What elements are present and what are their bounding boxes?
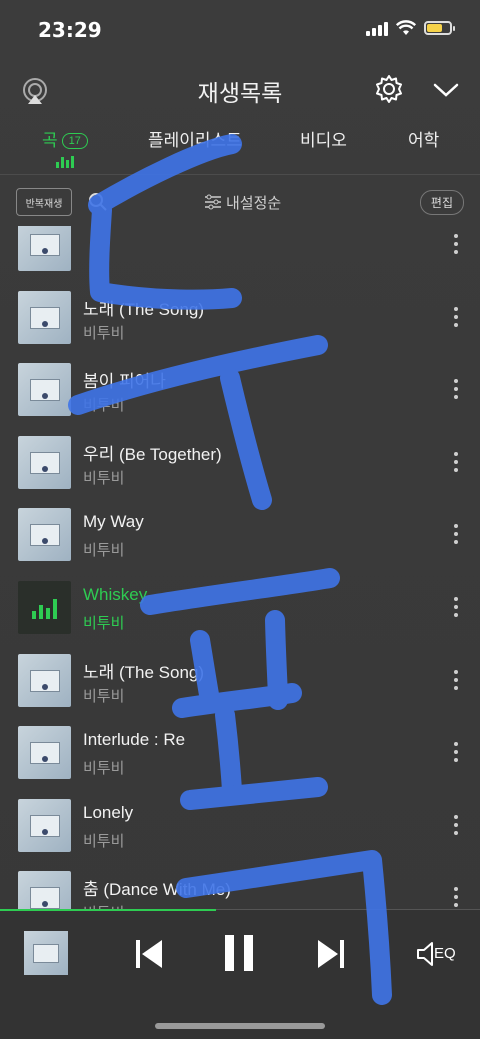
more-options-icon[interactable] <box>454 306 458 327</box>
song-artist: 비투비 <box>83 397 125 415</box>
header: 재생목록 <box>0 66 480 114</box>
album-art <box>18 435 71 489</box>
more-options-icon[interactable] <box>454 814 458 835</box>
song-row[interactable]: 노래 (The Song) 비투비 <box>0 644 480 716</box>
song-artist: 비투비 <box>83 469 125 487</box>
more-options-icon[interactable] <box>454 597 458 617</box>
song-row[interactable] <box>0 226 480 280</box>
previous-track-icon[interactable] <box>134 937 164 971</box>
song-title: 노래 (The Song) <box>83 662 205 682</box>
eq-button[interactable]: EQ <box>416 939 458 969</box>
tab-language[interactable]: 어학 <box>408 126 439 151</box>
edit-button[interactable]: 편집 <box>419 190 464 215</box>
cellular-signal-icon <box>366 20 388 36</box>
battery-icon <box>424 21 455 35</box>
album-art <box>18 798 71 852</box>
divider <box>0 174 480 175</box>
song-artist: 비투비 <box>83 687 125 705</box>
album-art <box>18 653 71 707</box>
next-track-icon[interactable] <box>316 937 346 971</box>
chevron-down-icon[interactable] <box>432 80 460 100</box>
search-icon[interactable] <box>88 192 108 212</box>
more-options-icon[interactable] <box>454 887 458 908</box>
song-artist: 비투비 <box>83 760 125 778</box>
more-options-icon[interactable] <box>454 524 458 545</box>
tab-videos[interactable]: 비디오 <box>300 126 347 151</box>
song-title: 노래 (The Song) <box>83 299 205 319</box>
album-art <box>18 363 71 417</box>
gear-icon[interactable] <box>374 74 404 104</box>
song-list: 노래 (The Song) 비투비 봄이 피어나 비투비 우리 (Be Together… <box>0 226 480 910</box>
song-row[interactable]: Whiskey 비투비 <box>0 571 480 643</box>
song-title: 춤 (Dance With Me) <box>83 880 231 900</box>
song-title: 봄이 피어나 <box>83 372 166 392</box>
song-row[interactable]: 우리 (Be Together) 비투비 <box>0 426 480 498</box>
song-title: Interlude : Re <box>83 730 186 750</box>
song-row[interactable]: 노래 (The Song) 비투비 <box>0 281 480 353</box>
tab-songs[interactable]: 곡 17 <box>42 126 88 151</box>
song-count-badge: 17 <box>61 133 88 149</box>
song-artist: 비투비 <box>83 832 125 850</box>
home-indicator[interactable] <box>155 1023 325 1029</box>
tab-playlists[interactable]: 플레이리스트 <box>148 126 242 151</box>
speaker-icon <box>417 942 433 966</box>
song-artist: 비투비 <box>83 542 125 560</box>
status-icons <box>366 20 455 36</box>
more-options-icon[interactable] <box>454 234 458 254</box>
list-toolbar: 반복재생 내설정순 편집 <box>0 182 480 222</box>
song-row[interactable]: Lonely 비투비 <box>0 789 480 861</box>
now-playing-equalizer-icon <box>18 581 71 634</box>
more-options-icon[interactable] <box>454 669 458 690</box>
song-artist: 비투비 <box>83 324 125 342</box>
song-row[interactable]: 춤 (Dance With Me)비투비 <box>0 861 480 910</box>
more-options-icon[interactable] <box>454 742 458 763</box>
wifi-icon <box>396 20 416 35</box>
album-art <box>18 871 71 910</box>
song-title: 우리 (Be Together) <box>83 444 222 464</box>
progress-bar[interactable] <box>0 909 216 911</box>
album-art <box>18 290 71 344</box>
song-row[interactable]: My Way 비투비 <box>0 498 480 570</box>
page-title: 재생목록 <box>197 80 283 106</box>
song-title: My Way <box>83 512 144 532</box>
progress-track[interactable] <box>216 909 480 910</box>
status-bar: 23:29 <box>0 0 480 60</box>
song-row[interactable]: 봄이 피어나비투비 <box>0 353 480 425</box>
repeat-button[interactable]: 반복재생 <box>16 188 72 216</box>
more-options-icon[interactable] <box>454 451 458 472</box>
album-art <box>18 226 71 271</box>
eq-label: EQ <box>434 945 456 962</box>
now-playing-album-art[interactable] <box>24 931 68 975</box>
sort-label[interactable]: 내설정순 <box>226 192 281 213</box>
tab-songs-label: 곡 <box>42 131 58 150</box>
song-row[interactable]: Interlude : Re 비투비 <box>0 716 480 788</box>
sort-icon[interactable] <box>204 194 222 210</box>
status-time: 23:29 <box>38 18 102 42</box>
album-art <box>18 508 71 562</box>
song-artist: 비투비 <box>83 615 125 632</box>
more-options-icon[interactable] <box>454 379 458 400</box>
pause-icon[interactable] <box>222 933 256 973</box>
song-title: Lonely <box>83 802 134 822</box>
mini-player: EQ <box>0 909 480 1039</box>
song-title: Whiskey <box>83 585 148 604</box>
album-art <box>18 726 71 780</box>
now-playing-indicator-icon <box>56 156 74 168</box>
